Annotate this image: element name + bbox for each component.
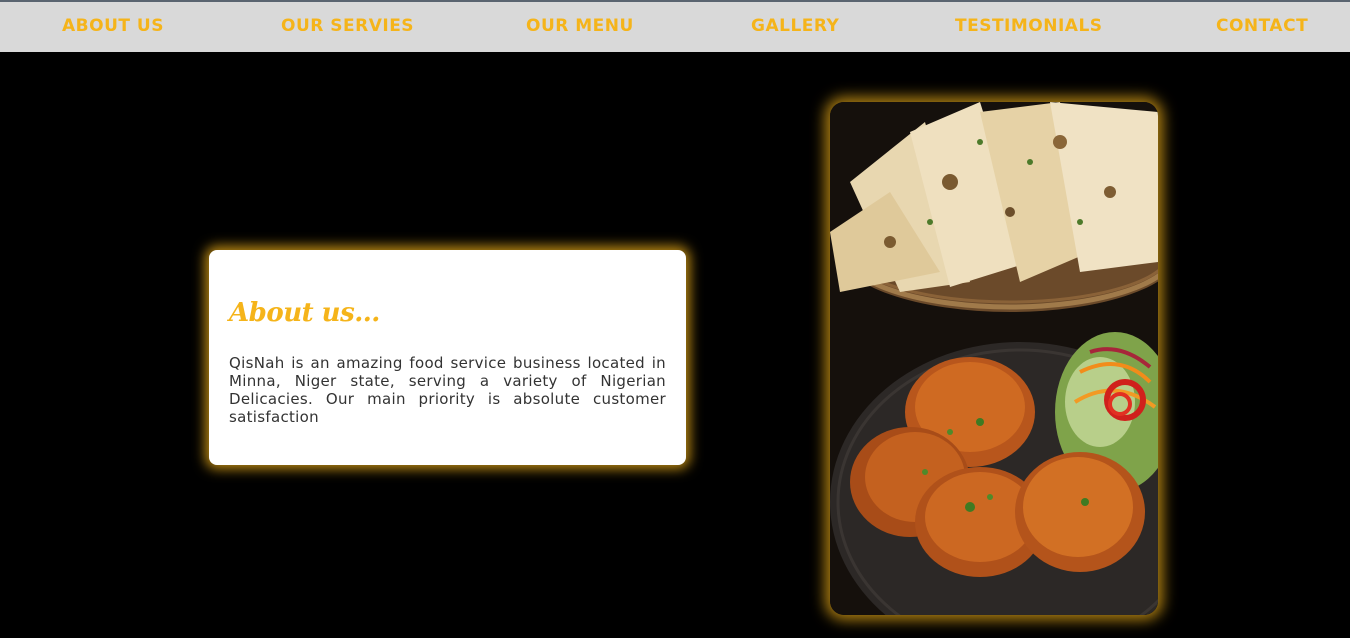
about-title: About us... [229,298,380,328]
top-navbar: ABOUT US OUR SERVIES OUR MENU GALLERY TE… [0,0,1350,52]
nav-testimonials-link[interactable]: TESTIMONIALS [955,16,1103,36]
nav-our-services-link[interactable]: OUR SERVIES [281,16,414,36]
nav-gallery-link[interactable]: GALLERY [751,16,839,36]
nav-contact-link[interactable]: CONTACT [1216,16,1308,36]
food-photo [830,102,1158,615]
nav-our-menu-link[interactable]: OUR MENU [526,16,634,36]
about-description: QisNah is an amazing food service busine… [229,354,666,426]
about-card: About us... QisNah is an amazing food se… [209,250,686,465]
nav-about-us-link[interactable]: ABOUT US [62,16,164,36]
food-illustration [830,102,1158,615]
